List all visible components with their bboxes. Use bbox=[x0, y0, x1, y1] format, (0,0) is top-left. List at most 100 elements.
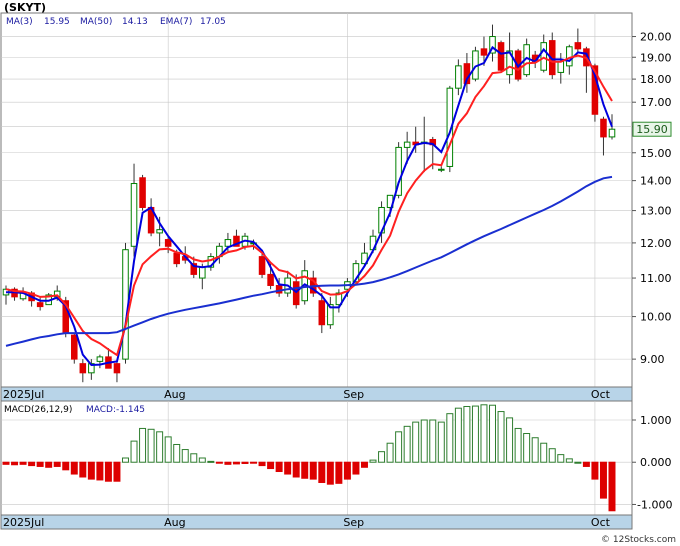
macd-bar bbox=[574, 461, 582, 464]
price-y-tick-label: 18.00 bbox=[640, 73, 672, 86]
chart-canvas: 9.0010.0011.0012.0013.0014.0015.0016.001… bbox=[0, 1, 676, 545]
candle-body bbox=[267, 273, 274, 286]
macd-bar bbox=[267, 461, 275, 470]
legend-ema7-value: 17.05 bbox=[200, 17, 226, 27]
macd-bar bbox=[156, 431, 164, 463]
macd-x-axis-band bbox=[0, 514, 633, 530]
candle-body bbox=[292, 281, 300, 306]
legend-ma3-label: MA(3) bbox=[6, 17, 33, 27]
macd-bar bbox=[548, 448, 556, 463]
candle-body bbox=[156, 229, 163, 234]
macd-x-tick-label: Sep bbox=[343, 516, 364, 529]
macd-bar bbox=[360, 461, 368, 468]
macd-bar bbox=[386, 442, 394, 463]
macd-bar bbox=[113, 461, 121, 482]
macd-y-tick-label: -1.000 bbox=[637, 498, 672, 511]
macd-bar bbox=[139, 427, 147, 463]
candle-body bbox=[164, 239, 172, 247]
macd-bar bbox=[454, 407, 462, 463]
candle-body bbox=[130, 183, 138, 247]
macd-bar bbox=[207, 460, 215, 463]
macd-bar bbox=[514, 427, 522, 463]
macd-bar bbox=[198, 457, 206, 463]
price-y-tick-label: 15.00 bbox=[640, 147, 672, 160]
macd-bar bbox=[446, 413, 454, 463]
ticker-label: (SKYT) bbox=[4, 1, 46, 14]
price-y-tick-label: 17.00 bbox=[640, 96, 672, 109]
macd-bar bbox=[232, 461, 240, 465]
macd-bar bbox=[506, 417, 514, 463]
candle-body bbox=[224, 239, 232, 247]
macd-bar bbox=[326, 461, 334, 485]
macd-bar bbox=[250, 461, 258, 464]
macd-bar bbox=[164, 436, 172, 463]
macd-bar bbox=[343, 461, 351, 480]
macd-bar bbox=[420, 419, 428, 463]
macd-bar bbox=[403, 425, 411, 463]
macd-bar bbox=[45, 461, 53, 468]
legend-ma3-value: 15.95 bbox=[44, 17, 70, 27]
legend-ema7-label: EMA(7) bbox=[160, 17, 192, 27]
price-x-axis-band bbox=[0, 386, 633, 402]
macd-bar bbox=[53, 461, 61, 467]
last-price-badge-text: 15.90 bbox=[636, 123, 668, 136]
candle-body bbox=[497, 42, 505, 71]
candle bbox=[497, 40, 505, 73]
macd-bar bbox=[608, 461, 616, 512]
macd-bar bbox=[463, 405, 471, 463]
candle-body bbox=[36, 302, 44, 308]
macd-x-tick-label: Aug bbox=[164, 516, 185, 529]
macd-bar bbox=[599, 461, 607, 499]
candle-body bbox=[71, 334, 78, 360]
candle bbox=[139, 174, 146, 211]
candle-body bbox=[600, 118, 607, 138]
price-y-tick-label: 14.00 bbox=[640, 175, 672, 188]
candle-body bbox=[173, 252, 180, 265]
macd-legend-label: MACD(26,12,9) bbox=[4, 405, 72, 415]
candle-body bbox=[480, 48, 488, 56]
macd-bar bbox=[301, 461, 309, 479]
macd-bar bbox=[437, 421, 445, 463]
candle-body bbox=[79, 363, 87, 374]
macd-bar bbox=[181, 449, 189, 463]
macd-bar bbox=[87, 461, 95, 480]
candle bbox=[472, 46, 479, 82]
macd-bar bbox=[2, 461, 10, 465]
candle-body bbox=[608, 128, 616, 138]
macd-x-tick-label: 2025Jul bbox=[3, 516, 44, 529]
macd-bar bbox=[122, 457, 129, 463]
candle bbox=[71, 333, 78, 364]
macd-bar bbox=[480, 404, 488, 463]
macd-bar bbox=[582, 461, 590, 467]
candle-body bbox=[566, 46, 573, 67]
macd-bar bbox=[241, 461, 249, 464]
macd-bar bbox=[378, 451, 386, 463]
macd-bar bbox=[173, 443, 181, 463]
candle-body bbox=[438, 168, 445, 171]
macd-bar bbox=[215, 461, 223, 464]
price-x-tick-label: Oct bbox=[591, 388, 611, 401]
macd-bar bbox=[309, 461, 317, 480]
macd-bar bbox=[147, 428, 155, 463]
candle-body bbox=[540, 42, 547, 71]
macd-bar bbox=[412, 421, 420, 463]
candle-body bbox=[455, 65, 462, 89]
macd-bar bbox=[565, 458, 573, 463]
macd-bar bbox=[352, 461, 360, 475]
macd-bar bbox=[471, 405, 479, 463]
macd-y-tick-label: 0.000 bbox=[640, 456, 672, 469]
macd-legend-value: MACD:-1.145 bbox=[86, 405, 145, 415]
price-y-axis: 9.0010.0011.0012.0013.0014.0015.0016.001… bbox=[632, 31, 672, 366]
macd-bar bbox=[104, 461, 112, 482]
candle-body bbox=[574, 42, 582, 50]
macd-bar bbox=[96, 461, 104, 481]
price-x-tick-label: Sep bbox=[343, 388, 364, 401]
macd-bar bbox=[275, 461, 283, 473]
price-panel-frame bbox=[0, 12, 633, 388]
candle-body bbox=[199, 266, 206, 279]
macd-bar bbox=[62, 461, 70, 471]
macd-bar bbox=[369, 459, 377, 463]
candle-body bbox=[258, 256, 266, 275]
macd-bar bbox=[224, 461, 232, 465]
macd-bar bbox=[28, 461, 36, 467]
